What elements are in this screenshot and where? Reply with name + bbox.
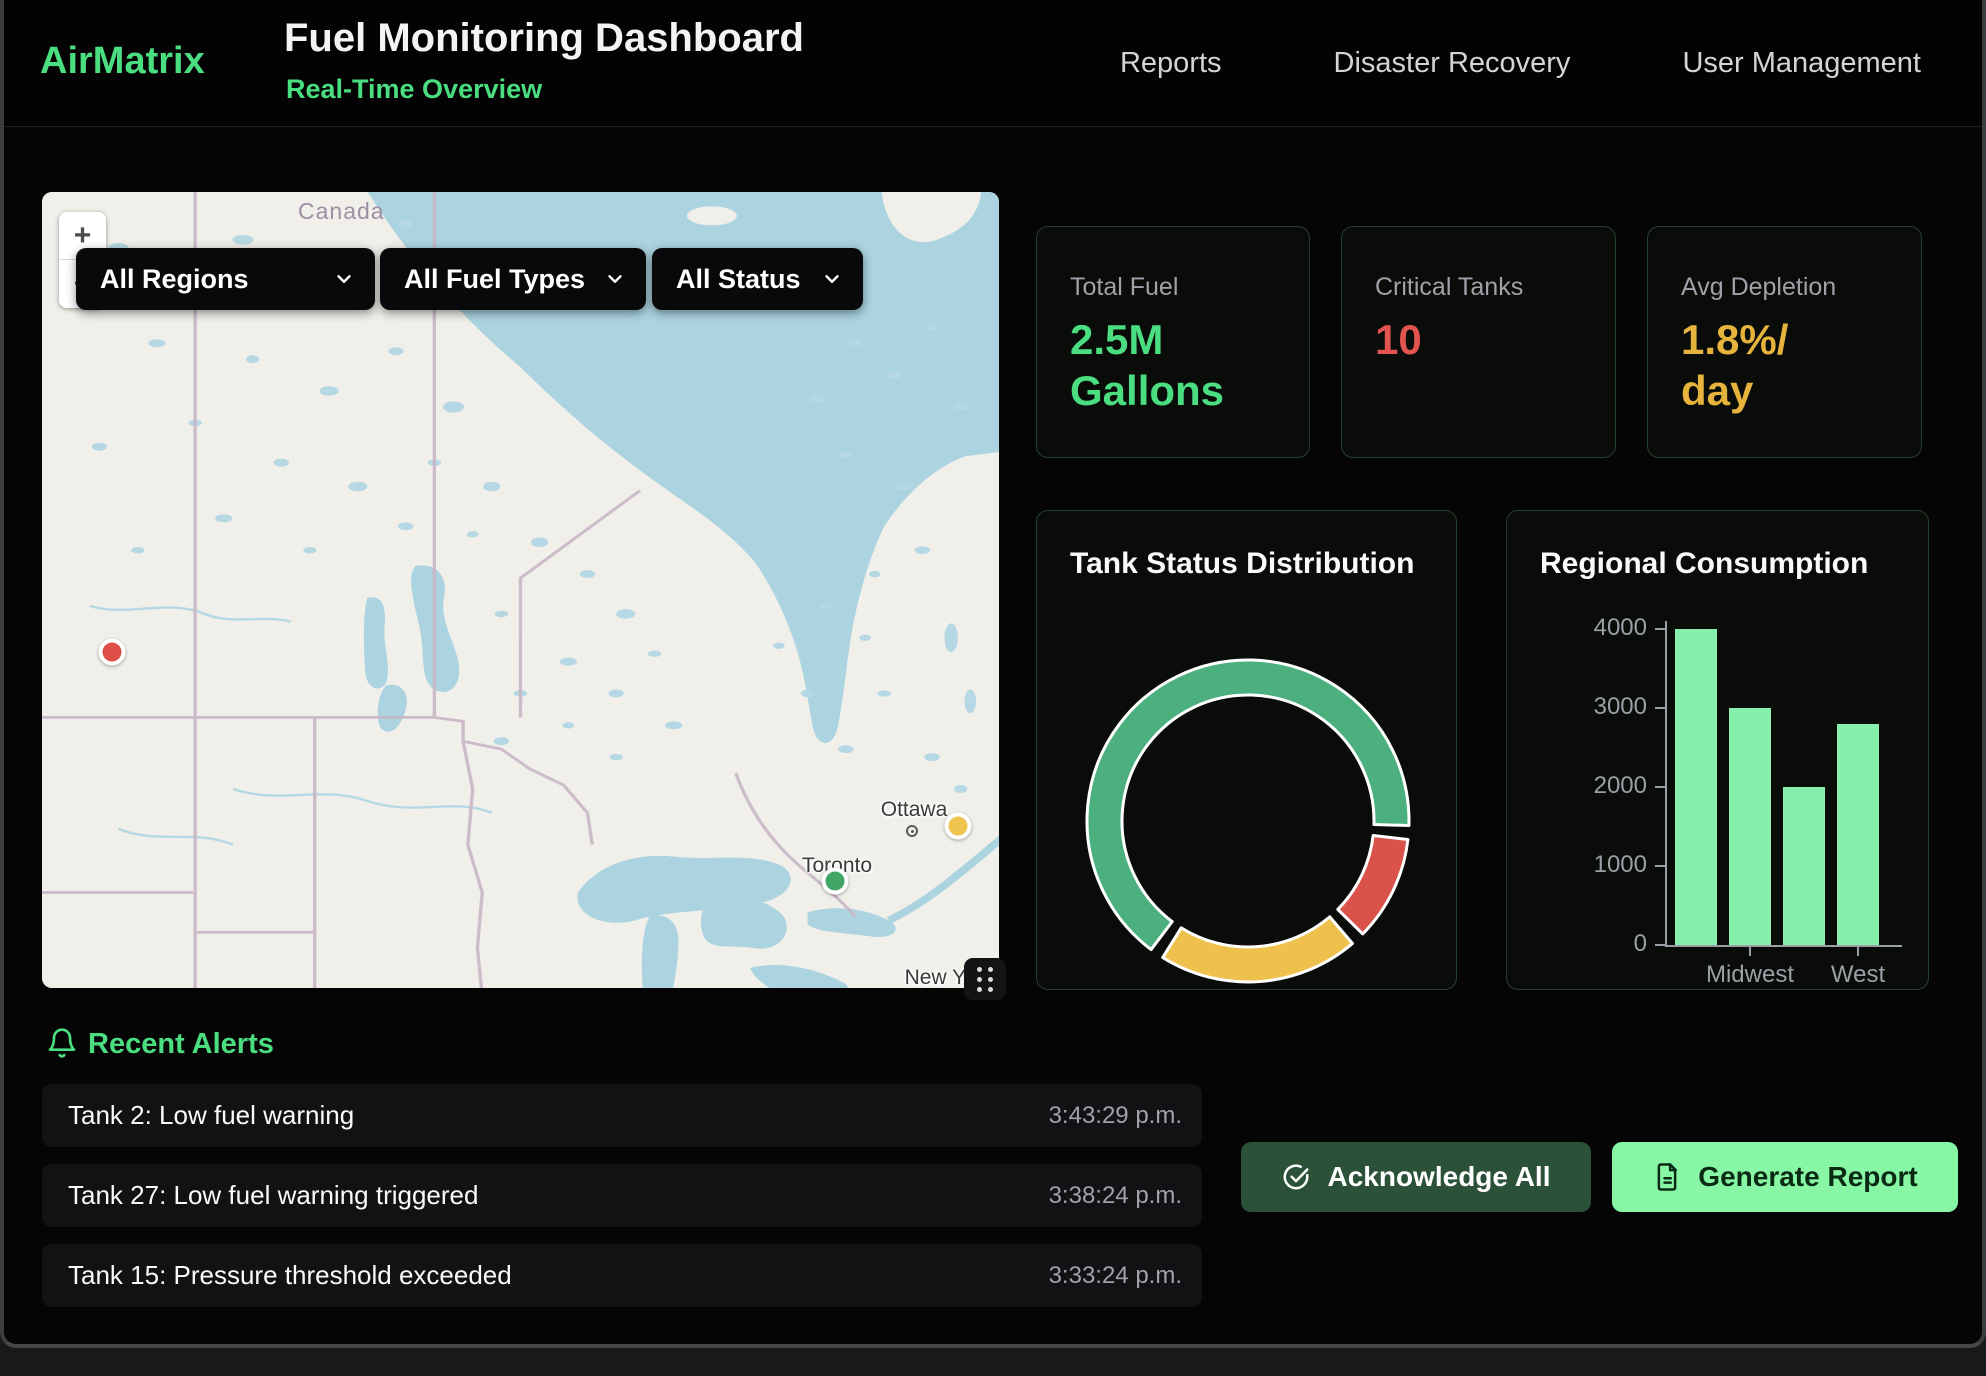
y-axis-line — [1665, 621, 1667, 947]
nav-user-management[interactable]: User Management — [1682, 47, 1921, 80]
y-tick-label: 0 — [1557, 930, 1647, 958]
tank-status-chart-card: Tank Status Distribution — [1036, 510, 1457, 990]
donut-slice-critical — [1338, 835, 1408, 933]
chevron-down-icon — [604, 268, 626, 290]
x-tick-mark — [1857, 947, 1859, 956]
check-circle-icon — [1281, 1162, 1311, 1192]
x-tick-mark — [1749, 947, 1751, 956]
stat-value: 1.8%/ day — [1681, 314, 1921, 416]
nav-disaster-recovery[interactable]: Disaster Recovery — [1334, 47, 1571, 80]
generate-report-button[interactable]: Generate Report — [1612, 1142, 1958, 1212]
status-filter-value: All Status — [676, 264, 801, 295]
region-filter-dropdown[interactable]: All Regions — [76, 248, 375, 310]
donut-slice-warning — [1163, 917, 1353, 982]
alert-time: 3:43:29 p.m. — [1049, 1102, 1182, 1130]
page-subtitle: Real-Time Overview — [286, 74, 542, 105]
bar-2 — [1783, 787, 1825, 945]
page: AirMatrix Fuel Monitoring Dashboard Real… — [0, 0, 1986, 1376]
y-tick-mark — [1655, 865, 1665, 867]
stat-label: Critical Tanks — [1375, 273, 1615, 302]
alert-message: Tank 15: Pressure threshold exceeded — [68, 1260, 512, 1291]
alert-row: Tank 27: Low fuel warning triggered 3:38… — [42, 1164, 1202, 1227]
tank-status-donut-chart — [1078, 651, 1418, 991]
alert-message: Tank 2: Low fuel warning — [68, 1100, 354, 1131]
y-tick-mark — [1655, 628, 1665, 630]
page-title: Fuel Monitoring Dashboard — [284, 16, 804, 61]
regional-consumption-bar-chart: 01000200030004000MidwestWest — [1507, 511, 1928, 989]
nav-reports[interactable]: Reports — [1120, 47, 1222, 80]
y-tick-mark — [1655, 707, 1665, 709]
regional-consumption-chart-card: Regional Consumption 01000200030004000Mi… — [1506, 510, 1929, 990]
stat-value: 10 — [1375, 314, 1615, 365]
y-tick-mark — [1655, 944, 1665, 946]
bar-3 — [1837, 724, 1879, 945]
recent-alerts-title: Recent Alerts — [88, 1028, 274, 1061]
map-label-ottawa: Ottawa — [881, 798, 948, 822]
stat-label: Avg Depletion — [1681, 273, 1921, 302]
acknowledge-all-label: Acknowledge All — [1327, 1161, 1550, 1193]
y-tick-mark — [1655, 786, 1665, 788]
file-text-icon — [1652, 1162, 1682, 1192]
stat-card-total-fuel: Total Fuel 2.5M Gallons — [1036, 226, 1310, 458]
brand-logo: AirMatrix — [40, 40, 205, 83]
alert-time: 3:38:24 p.m. — [1049, 1182, 1182, 1210]
generate-report-label: Generate Report — [1698, 1161, 1917, 1193]
alert-row: Tank 2: Low fuel warning 3:43:29 p.m. — [42, 1084, 1202, 1147]
map-label-country: Canada — [298, 198, 498, 225]
fuel-type-filter-value: All Fuel Types — [404, 264, 585, 295]
stat-card-critical-tanks: Critical Tanks 10 — [1341, 226, 1616, 458]
tank-marker-warning[interactable] — [944, 812, 971, 839]
y-tick-label: 2000 — [1557, 772, 1647, 800]
map-panel: Canada Ottawa Toronto New York + − All R… — [42, 192, 999, 988]
chevron-down-icon — [333, 268, 355, 290]
alert-row: Tank 15: Pressure threshold exceeded 3:3… — [42, 1244, 1202, 1307]
y-tick-label: 4000 — [1557, 614, 1647, 642]
alert-time: 3:33:24 p.m. — [1049, 1262, 1182, 1290]
chevron-down-icon — [821, 268, 843, 290]
status-filter-dropdown[interactable]: All Status — [652, 248, 863, 310]
fuel-type-filter-dropdown[interactable]: All Fuel Types — [380, 248, 646, 310]
acknowledge-all-button[interactable]: Acknowledge All — [1241, 1142, 1591, 1212]
town-dot-icon — [906, 825, 918, 837]
header: AirMatrix Fuel Monitoring Dashboard Real… — [4, 0, 1982, 127]
region-filter-value: All Regions — [100, 264, 249, 295]
chart-title: Tank Status Distribution — [1070, 547, 1414, 581]
x-tick-label: West — [1778, 961, 1938, 989]
stat-value: 2.5M Gallons — [1070, 314, 1309, 416]
bar-0 — [1675, 629, 1717, 945]
tank-marker-critical[interactable] — [98, 639, 125, 666]
app-window: AirMatrix Fuel Monitoring Dashboard Real… — [0, 0, 1986, 1348]
resize-grip-icon[interactable] — [964, 958, 1006, 1000]
x-axis-line — [1665, 945, 1902, 947]
tank-marker-normal[interactable] — [822, 867, 849, 894]
bar-1 — [1729, 708, 1771, 945]
y-tick-label: 3000 — [1557, 693, 1647, 721]
main-nav: Reports Disaster Recovery User Managemen… — [1120, 0, 1921, 127]
bell-icon — [46, 1027, 78, 1059]
y-tick-label: 1000 — [1557, 851, 1647, 879]
stat-label: Total Fuel — [1070, 273, 1309, 302]
map-canvas[interactable]: Canada Ottawa Toronto New York — [42, 192, 999, 988]
alert-message: Tank 27: Low fuel warning triggered — [68, 1180, 478, 1211]
stat-card-avg-depletion: Avg Depletion 1.8%/ day — [1647, 226, 1922, 458]
